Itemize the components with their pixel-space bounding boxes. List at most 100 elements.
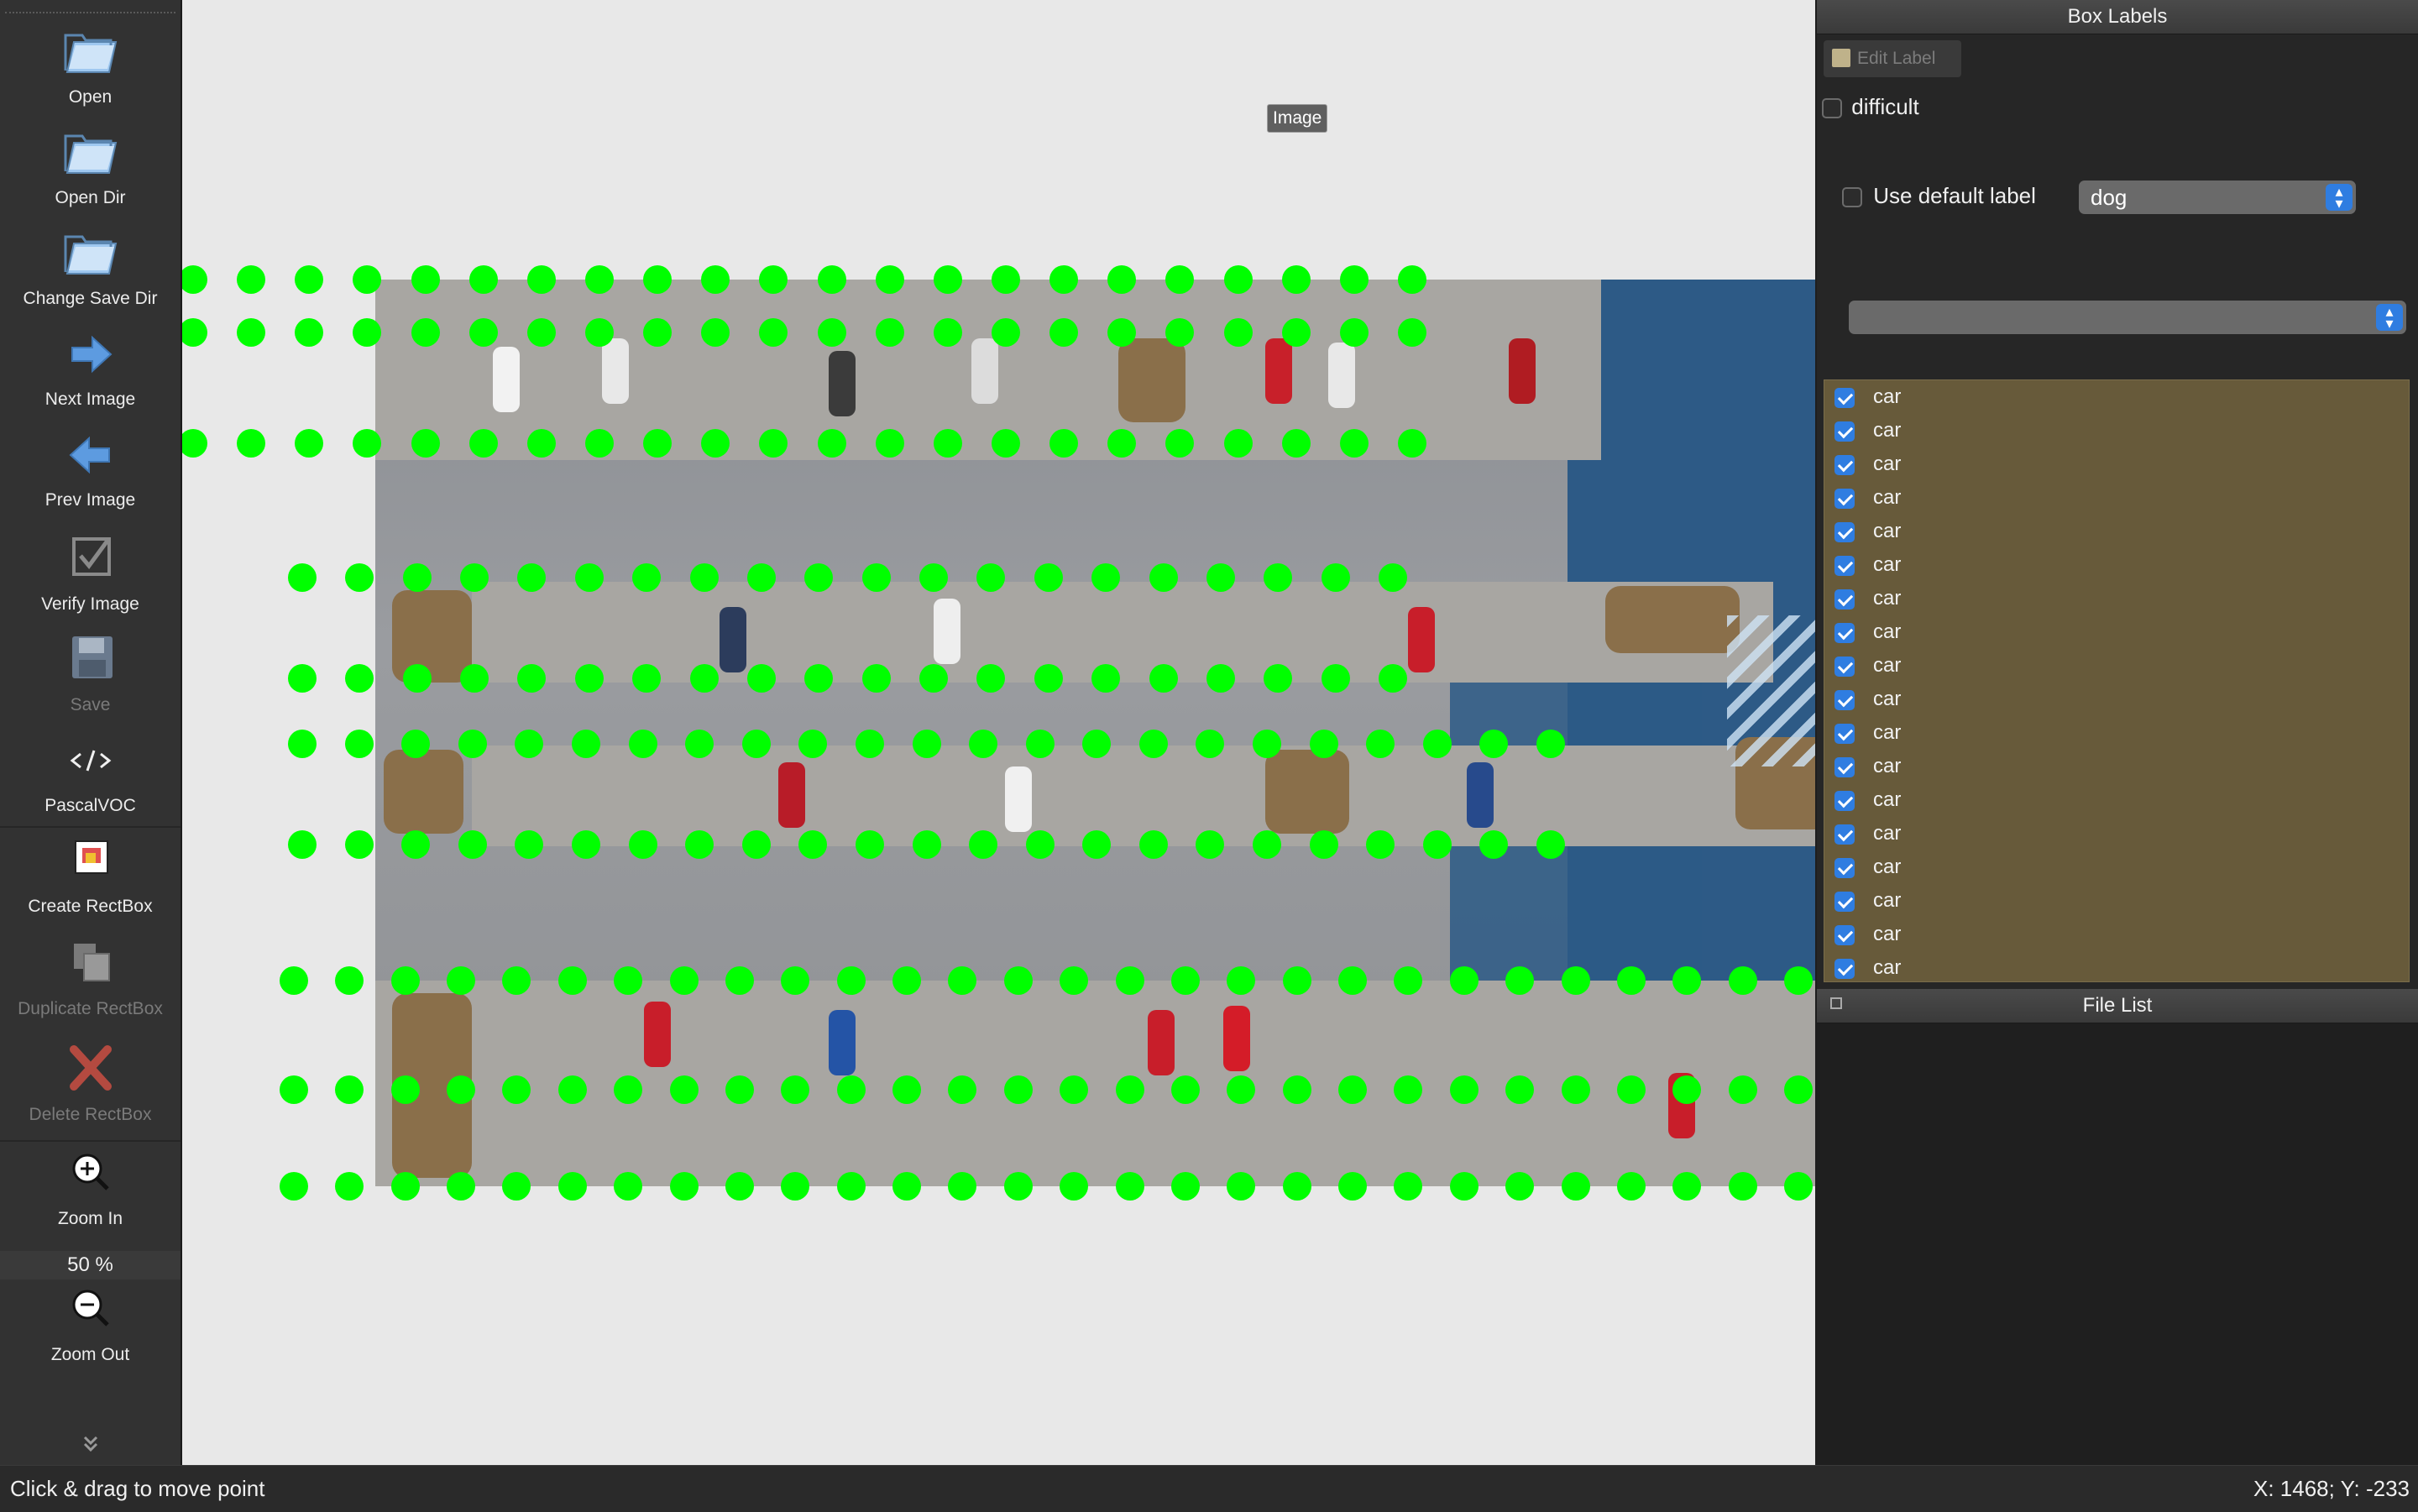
use-default-label-row[interactable]: Use default label	[1842, 183, 2036, 209]
annotation-vertex[interactable]	[335, 1075, 364, 1104]
annotation-vertex[interactable]	[295, 318, 324, 347]
delete-rectbox-button[interactable]: Delete RectBox	[0, 1039, 181, 1125]
list-item[interactable]: car	[1824, 850, 2409, 884]
list-item[interactable]: car	[1824, 817, 2409, 850]
annotation-vertex[interactable]	[280, 966, 308, 995]
list-item[interactable]: car	[1824, 615, 2409, 649]
list-item[interactable]: car	[1824, 548, 2409, 582]
verify-image-button[interactable]: Verify Image	[0, 529, 181, 615]
label-visibility-checkbox[interactable]	[1834, 656, 1855, 677]
zoom-value-spinbox[interactable]: 50 %	[0, 1251, 181, 1279]
list-item[interactable]: car	[1824, 515, 2409, 548]
list-item[interactable]: car	[1824, 649, 2409, 683]
duplicate-rectbox-button[interactable]: Duplicate RectBox	[0, 934, 181, 1019]
label-visibility-checkbox[interactable]	[1834, 756, 1855, 777]
label-visibility-checkbox[interactable]	[1834, 521, 1855, 542]
annotation-vertex[interactable]	[288, 664, 317, 693]
list-item[interactable]: car	[1824, 582, 2409, 615]
list-item[interactable]: car	[1824, 447, 2409, 481]
file-list-title[interactable]: File List	[1817, 989, 2418, 1023]
annotation-vertex[interactable]	[288, 730, 317, 758]
difficult-checkbox[interactable]	[1822, 98, 1842, 119]
list-item[interactable]: car	[1824, 414, 2409, 447]
list-item[interactable]: car	[1824, 750, 2409, 783]
annotation-vertex[interactable]	[280, 1075, 308, 1104]
open-dir-button[interactable]: Open Dir	[0, 123, 181, 208]
difficult-checkbox-row[interactable]: difficult	[1822, 94, 1919, 120]
list-item[interactable]: car	[1824, 716, 2409, 750]
label-visibility-checkbox[interactable]	[1834, 723, 1855, 744]
code-icon	[57, 730, 124, 791]
create-rectbox-label: Create RectBox	[28, 897, 153, 916]
annotation-vertex[interactable]	[335, 1172, 364, 1201]
label-visibility-checkbox[interactable]	[1834, 488, 1855, 509]
annotation-vertex[interactable]	[237, 318, 266, 347]
label-visibility-checkbox[interactable]	[1834, 454, 1855, 475]
label-visibility-checkbox[interactable]	[1834, 790, 1855, 811]
edit-label-button[interactable]: Edit Label	[1824, 40, 1961, 77]
label-visibility-checkbox[interactable]	[1834, 924, 1855, 945]
folder-icon	[57, 223, 124, 284]
list-item[interactable]: car	[1824, 951, 2409, 981]
toolbar-grip[interactable]	[5, 12, 175, 13]
annotation-vertex[interactable]	[345, 664, 374, 693]
open-button[interactable]: Open	[0, 22, 181, 107]
annotation-vertex[interactable]	[295, 265, 324, 294]
change-save-dir-button[interactable]: Change Save Dir	[0, 223, 181, 309]
parking-lot-image[interactable]	[375, 280, 1815, 1186]
save-label: Save	[70, 695, 111, 714]
list-item[interactable]: car	[1824, 884, 2409, 918]
prev-image-button[interactable]: Prev Image	[0, 425, 181, 510]
pascalvoc-button[interactable]: PascalVOC	[0, 730, 181, 816]
annotation-vertex[interactable]	[335, 966, 364, 995]
save-button[interactable]: Save	[0, 630, 181, 715]
image-canvas[interactable]: Image	[182, 0, 1815, 1465]
duplicate-rectbox-label: Duplicate RectBox	[18, 999, 163, 1018]
use-default-label-checkbox[interactable]	[1842, 187, 1862, 208]
label-visibility-checkbox[interactable]	[1834, 689, 1855, 710]
annotation-vertex[interactable]	[182, 265, 207, 294]
label-item-text: car	[1873, 620, 1902, 643]
label-visibility-checkbox[interactable]	[1834, 589, 1855, 610]
list-item[interactable]: car	[1824, 918, 2409, 951]
list-item[interactable]: car	[1824, 481, 2409, 515]
label-visibility-checkbox[interactable]	[1834, 622, 1855, 643]
label-visibility-checkbox[interactable]	[1834, 387, 1855, 408]
label-visibility-checkbox[interactable]	[1834, 891, 1855, 912]
annotation-vertex[interactable]	[295, 429, 324, 458]
annotation-vertex[interactable]	[280, 1172, 308, 1201]
label-item-text: car	[1873, 923, 1902, 945]
annotation-vertex[interactable]	[344, 830, 374, 859]
annotation-vertex[interactable]	[182, 429, 207, 458]
annotation-vertex[interactable]	[345, 563, 374, 592]
arrow-left-icon	[57, 425, 124, 485]
list-item[interactable]: car	[1824, 683, 2409, 716]
zoom-out-button[interactable]: Zoom Out	[0, 1279, 181, 1365]
list-item[interactable]: car	[1824, 380, 2409, 414]
toolbar-extension-chevron[interactable]	[0, 1432, 181, 1461]
next-image-button[interactable]: Next Image	[0, 324, 181, 410]
annotation-vertex[interactable]	[182, 318, 207, 347]
annotation-vertex[interactable]	[288, 563, 317, 592]
zoom-in-button[interactable]: Zoom In	[0, 1143, 181, 1229]
annotation-vertex[interactable]	[237, 265, 266, 294]
label-item-text: car	[1873, 553, 1902, 576]
create-rectbox-button[interactable]: Create RectBox	[0, 831, 181, 917]
label-visibility-checkbox[interactable]	[1834, 555, 1855, 576]
box-label-list[interactable]: car car car car car car car car car car car car car c…	[1824, 379, 2410, 982]
default-label-select[interactable]: dog ▴ ▾	[2079, 180, 2356, 214]
label-visibility-checkbox[interactable]	[1834, 958, 1855, 979]
label-item-text: car	[1873, 956, 1902, 979]
label-filter-select[interactable]: ▴ ▾	[1849, 301, 2406, 334]
label-visibility-checkbox[interactable]	[1834, 421, 1855, 442]
annotation-vertex[interactable]	[344, 730, 374, 758]
float-window-icon[interactable]	[1830, 997, 1842, 1009]
delete-rectbox-label: Delete RectBox	[29, 1105, 152, 1124]
annotation-vertex[interactable]	[237, 429, 266, 458]
annotation-vertex[interactable]	[288, 830, 317, 859]
list-item[interactable]: car	[1824, 783, 2409, 817]
label-visibility-checkbox[interactable]	[1834, 824, 1855, 845]
box-labels-title[interactable]: Box Labels	[1817, 0, 2418, 34]
label-visibility-checkbox[interactable]	[1834, 857, 1855, 878]
file-list[interactable]	[1817, 1023, 2418, 1465]
